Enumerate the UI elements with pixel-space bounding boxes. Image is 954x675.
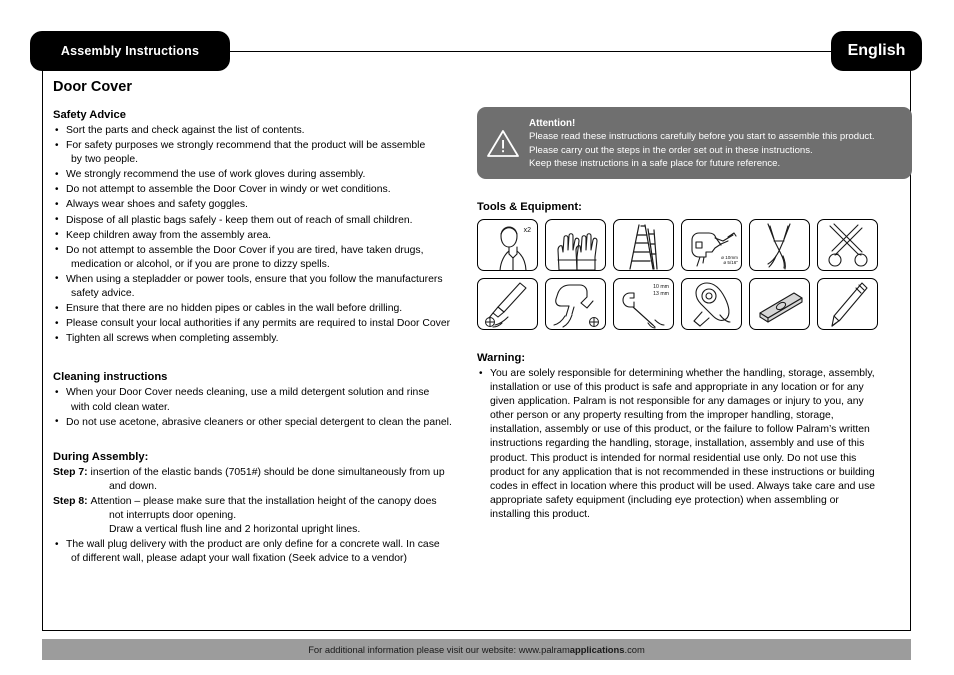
safety-advice-section: Safety Advice Sort the parts and check a… [53,109,471,346]
tools-equipment-section: Tools & Equipment: x2 ø 10mm ø 5/16" 10 mm… [477,201,914,337]
tool-cell [749,219,810,271]
assembly-step-continuation: not interrupts door opening. [109,509,237,521]
assembly-step-continuation: Draw a vertical flush line and 2 horizon… [109,524,361,536]
tool-label-secondary: ø 5/16" [723,260,738,266]
language-label: English [847,42,906,59]
list-item-text: For safety purposes we strongly recommen… [66,140,426,152]
cleaning-list-item: Do not use acetone, abrasive cleaners or… [53,415,471,430]
tool-cell [477,278,538,330]
safety-list-item: Dispose of all plastic bags safely - kee… [53,213,471,228]
footer-text: For additional information please visit … [308,644,645,655]
list-item-text: Keep children away from the assembly are… [66,229,272,241]
list-item-text: Dispose of all plastic bags safely - kee… [66,214,413,226]
assembly-step: Step 8: Attention – please make sure tha… [53,495,471,537]
safety-list-item: We strongly recommend the use of work gl… [53,168,471,182]
safety-list-item: When using a stepladder or power tools, … [53,272,471,301]
tool-label: 10 mm 13 mm [653,284,669,297]
warning-heading: Warning: [477,352,526,364]
safety-list-item: Tighten all screws when completing assem… [53,332,471,346]
list-item-text: Do not attempt to assemble the Door Cove… [66,184,391,196]
footer-bar: For additional information please visit … [42,639,911,660]
assembly-step-label: Step 8: [53,495,91,507]
safety-list-item: Do not attempt to assemble the Door Cove… [53,183,471,197]
safety-list-item: Do not attempt to assemble the Door Cove… [53,243,471,272]
list-item-text: When using a stepladder or power tools, … [66,273,443,285]
tool-label-secondary: 13 mm [653,291,669,297]
tool-cell [817,278,878,330]
list-item-text: The wall plug delivery with the product … [66,539,440,551]
attention-text: Attention! Please read these instruction… [529,107,875,171]
list-item-continuation: safety advice. [71,288,135,300]
tool-cell: ø 10mm ø 5/16" [681,219,742,271]
safety-list-item: Always wear shoes and safety goggles. [53,198,471,212]
safety-list-item: Please consult your local authorities if… [53,317,471,331]
list-item-text: Sort the parts and check against the lis… [66,125,305,136]
list-item-continuation: medication or alcohol, or if you are pro… [71,258,330,270]
list-item-text: Tighten all screws when completing assem… [66,333,279,345]
page-title: Door Cover [53,79,132,95]
footer-bold: applications [569,644,625,655]
tools-row-1: x2 ø 10mm ø 5/16" [477,219,914,271]
list-item-continuation: with cold clean water. [71,401,170,413]
list-item-text: Please consult your local authorities if… [66,318,451,330]
safety-list-item: Keep children away from the assembly are… [53,228,471,243]
assembly-step: Step 7: insertion of the elastic bands (… [53,466,471,494]
tool-label: ø 10mm ø 5/16" [721,254,738,266]
list-item-continuation: of different wall, please adapt your wal… [71,553,407,565]
tool-cell [681,278,742,330]
language-badge: English [831,31,922,71]
warning-triangle-icon [477,107,529,179]
attention-line-2: Please carry out the steps in the order … [529,144,813,156]
list-item-text: Always wear shoes and safety goggles. [66,199,248,211]
list-item-text: Ensure that there are no hidden pipes or… [66,303,403,315]
assembly-steps-list: Step 7: insertion of the elastic bands (… [53,466,471,537]
attention-box: Attention! Please read these instruction… [477,107,912,179]
assembly-note-item: The wall plug delivery with the product … [53,538,471,566]
list-item-text: We strongly recommend the use of work gl… [66,169,366,181]
assembly-instructions-badge: Assembly Instructions [30,31,230,71]
attention-line-1: Please read these instructions carefully… [529,131,875,143]
left-column: Door Cover Safety Advice Sort the parts … [53,79,471,567]
list-item-text: Do not attempt to assemble the Door Cove… [66,244,424,256]
tool-cell: x2 [477,219,538,271]
safety-advice-list: Sort the parts and check against the lis… [53,123,471,346]
safety-list-item: For safety purposes we strongly recommen… [53,139,471,167]
footer-suffix: .com [624,644,645,655]
tool-cell: 10 mm 13 mm [613,278,674,330]
tool-cell [545,219,606,271]
cleaning-instructions-heading: Cleaning instructions [53,371,168,384]
cleaning-list-item: When your Door Cover needs cleaning, use… [53,386,471,414]
tool-cell [545,278,606,330]
tools-row-2: 10 mm 13 mm [477,278,914,330]
list-item-text: When your Door Cover needs cleaning, use… [66,387,430,399]
tool-cell [817,219,878,271]
attention-line-3: Keep these instructions in a safe place … [529,158,781,170]
list-item-text: Do not use acetone, abrasive cleaners or… [66,416,452,428]
assembly-step-label: Step 7: [53,466,91,478]
tool-label: x2 [523,227,531,234]
cleaning-instructions-list: When your Door Cover needs cleaning, use… [53,386,471,429]
cleaning-instructions-section: Cleaning instructions When your Door Cov… [53,371,471,429]
tools-equipment-heading: Tools & Equipment: [477,201,582,213]
assembly-step-text: Attention – please make sure that the in… [90,495,437,507]
footer-prefix: For additional information please visit … [308,644,570,655]
assembly-instructions-label: Assembly Instructions [60,44,200,58]
attention-title: Attention! [529,118,576,129]
warning-text: You are solely responsible for determini… [477,366,881,522]
assembly-step-text: insertion of the elastic bands (7051#) s… [90,466,445,478]
safety-advice-heading: Safety Advice [53,109,126,121]
safety-list-item: Sort the parts and check against the lis… [53,123,471,138]
tool-cell [749,278,810,330]
safety-list-item: Ensure that there are no hidden pipes or… [53,302,471,316]
during-assembly-heading: During Assembly: [53,450,149,463]
list-item-continuation: by two people. [71,154,139,166]
warning-section: Warning: You are solely responsible for … [477,352,881,522]
during-assembly-section: During Assembly: Step 7: insertion of th… [53,451,471,567]
tool-cell [613,219,674,271]
assembly-step-continuation: and down. [109,480,157,492]
assembly-note-list: The wall plug delivery with the product … [53,538,471,566]
